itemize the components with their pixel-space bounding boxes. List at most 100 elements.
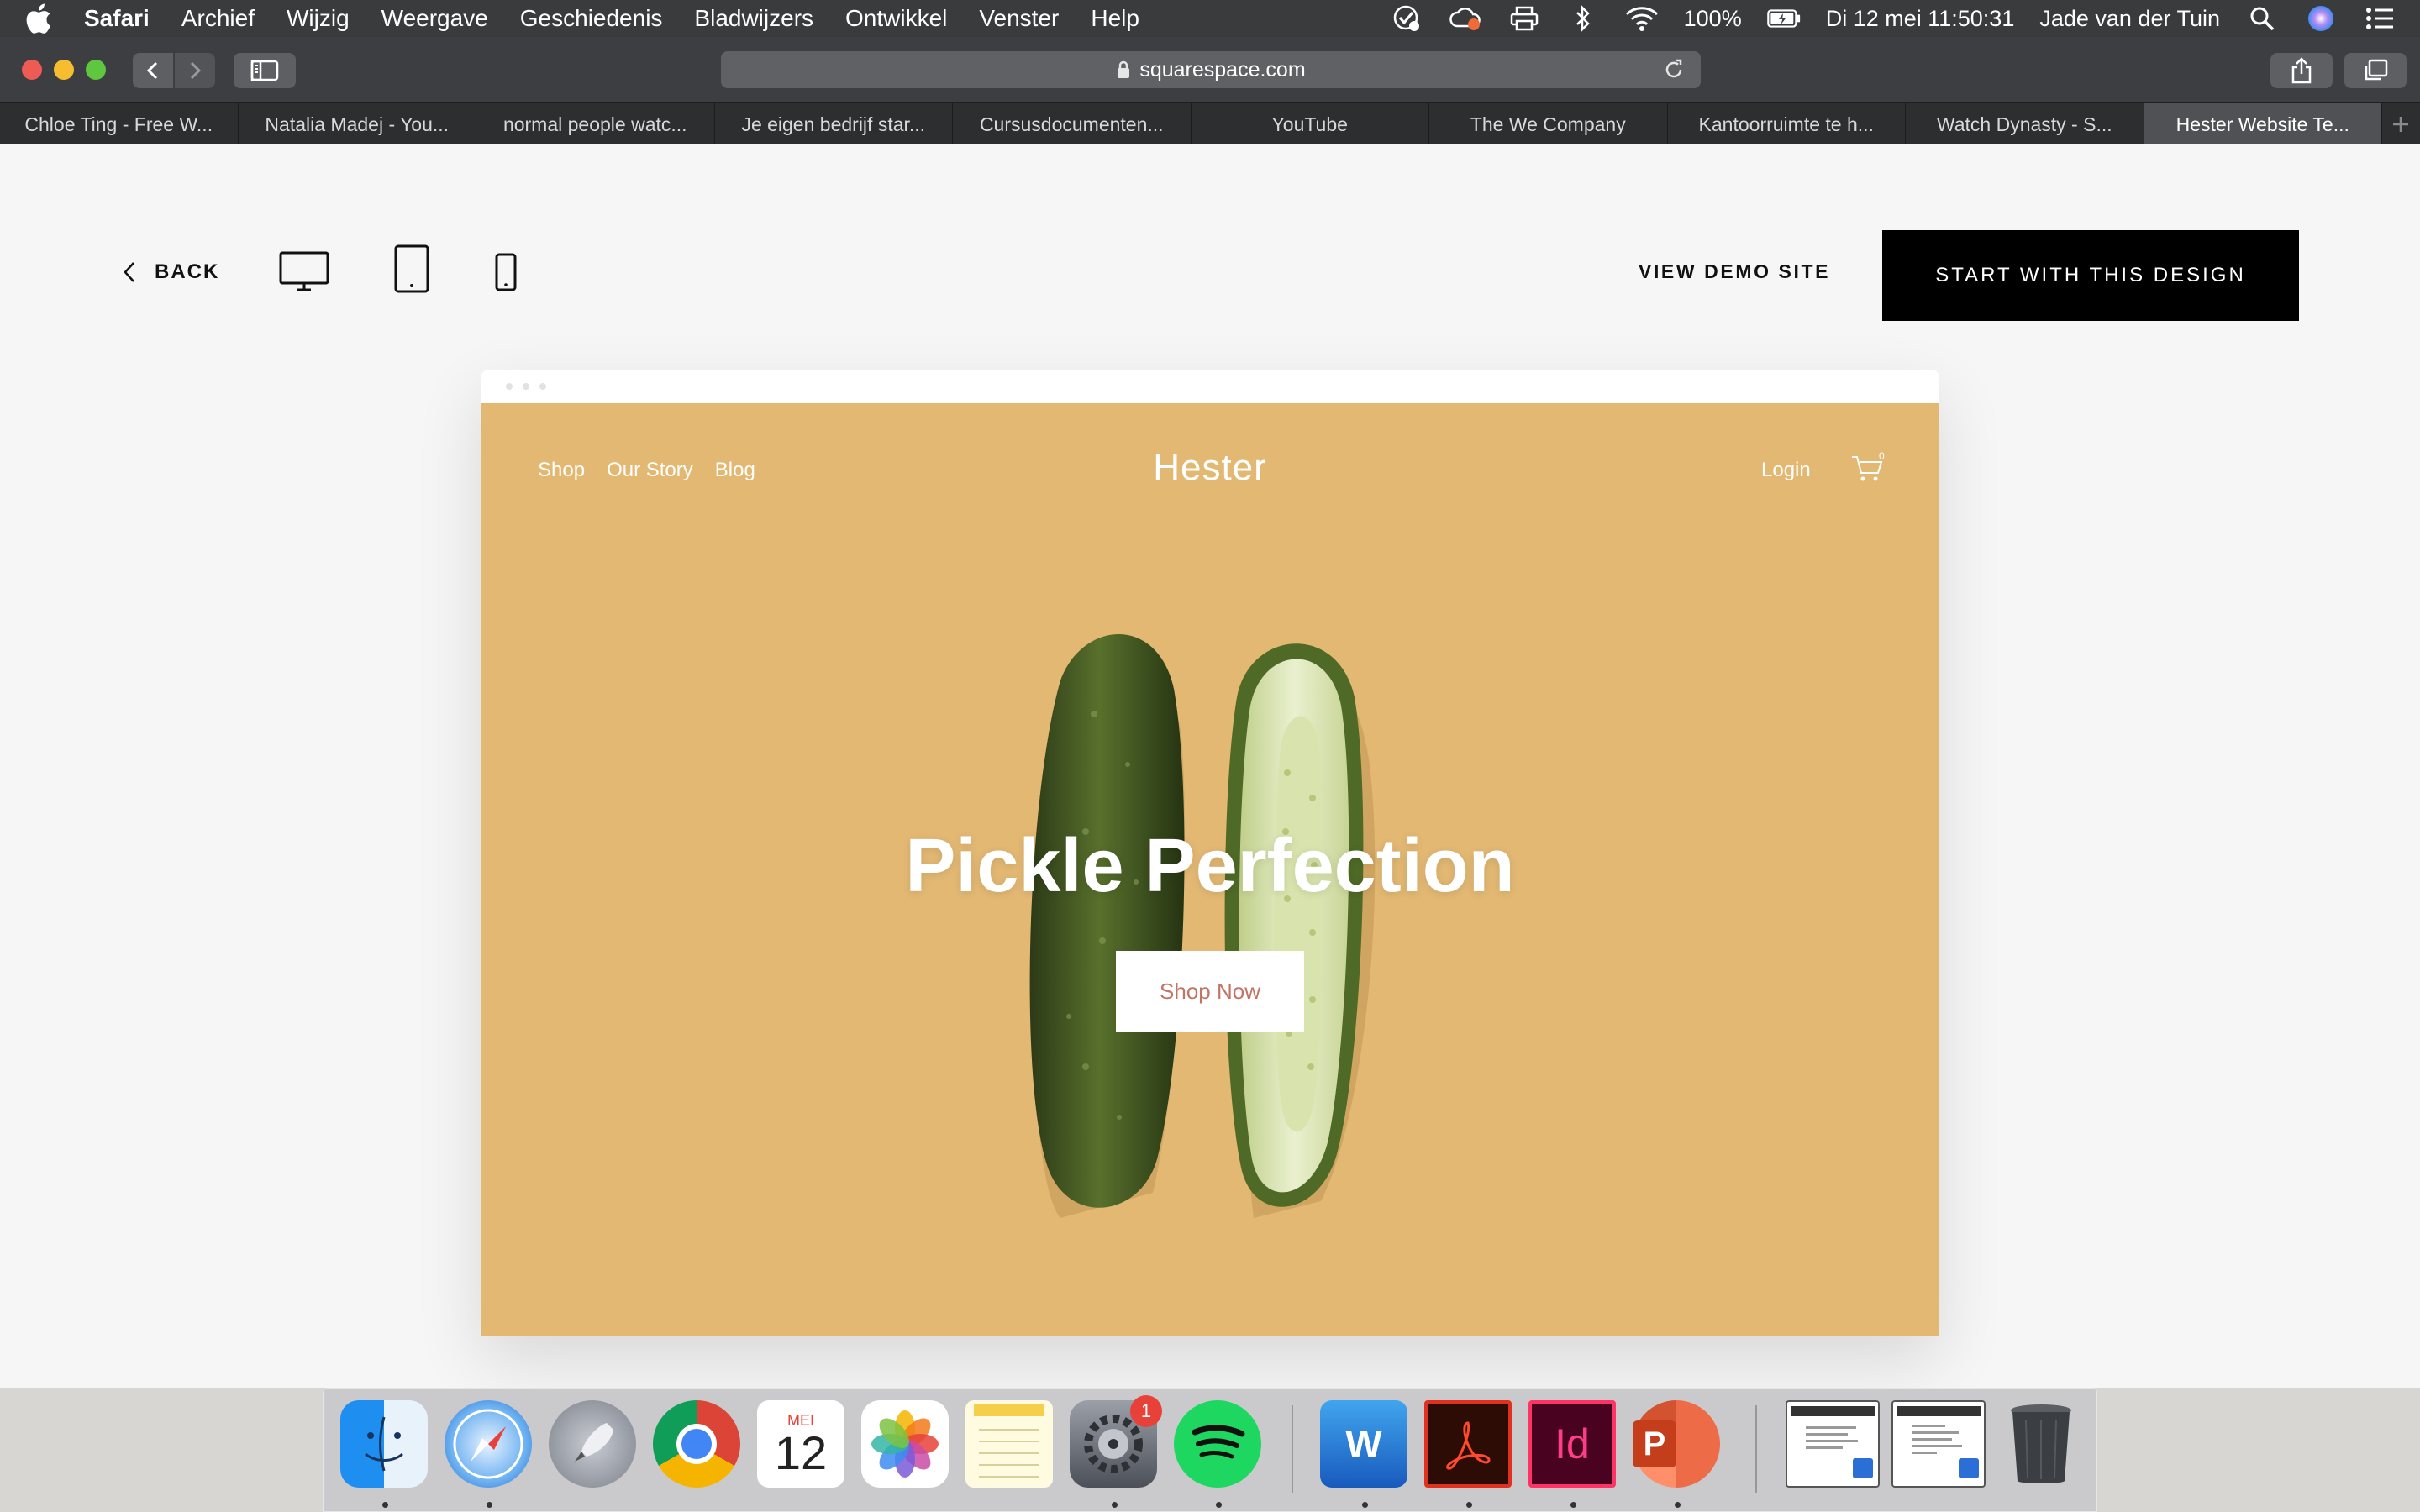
menu-geschiedenis[interactable]: Geschiedenis: [520, 5, 663, 32]
sidebar-toggle-button[interactable]: [234, 53, 296, 88]
running-indicator: [1216, 1502, 1222, 1508]
tab-3[interactable]: Je eigen bedrijf star...: [715, 103, 953, 145]
tablet-view-button[interactable]: [392, 242, 432, 296]
siri-icon[interactable]: [2304, 4, 2338, 33]
tab-bar: Chloe Ting - Free W... Natalia Madej - Y…: [0, 102, 2420, 145]
running-indicator: [1112, 1502, 1118, 1508]
spotlight-search-icon[interactable]: [2245, 4, 2279, 33]
notification-badge: 1: [1130, 1395, 1162, 1427]
menu-bladwijzers[interactable]: Bladwijzers: [694, 5, 813, 32]
menu-app-safari[interactable]: Safari: [84, 5, 150, 32]
browser-toolbar: squarespace.com: [0, 37, 2420, 102]
tab-7[interactable]: Kantoorruimte te h...: [1668, 103, 1906, 145]
demo-site: Shop Our Story Blog Hester Login 0 Pickl…: [481, 403, 1939, 1336]
tab-overview-button[interactable]: [2344, 53, 2407, 88]
site-login-link[interactable]: Login: [1761, 459, 1811, 482]
calendar-day: 12: [774, 1425, 828, 1479]
calendar-icon[interactable]: MEI 12: [757, 1400, 844, 1488]
indesign-icon[interactable]: Id: [1528, 1400, 1616, 1488]
close-window-button[interactable]: [22, 60, 42, 80]
reload-icon[interactable]: [1662, 58, 1686, 87]
start-with-this-design-button[interactable]: START WITH THIS DESIGN: [1882, 230, 2299, 321]
share-button[interactable]: [2270, 53, 2333, 88]
tab-4[interactable]: Cursusdocumenten...: [953, 103, 1192, 145]
menu-help[interactable]: Help: [1091, 5, 1139, 32]
powerpoint-icon[interactable]: P: [1633, 1400, 1720, 1488]
chevron-left-icon: [124, 262, 134, 282]
word-document-icon-2[interactable]: [1891, 1400, 1986, 1488]
tab-8[interactable]: Watch Dynasty - S...: [1906, 103, 2144, 145]
running-indicator: [487, 1502, 492, 1508]
tab-0[interactable]: Chloe Ting - Free W...: [0, 103, 239, 145]
notification-center-icon[interactable]: [2363, 4, 2396, 33]
trash-icon[interactable]: [1997, 1400, 2085, 1488]
shop-now-button[interactable]: Shop Now: [1116, 951, 1304, 1032]
word-icon[interactable]: W: [1320, 1400, 1407, 1488]
menu-weergave[interactable]: Weergave: [381, 5, 488, 32]
desktop-icon: [279, 251, 329, 291]
launchpad-icon[interactable]: [549, 1400, 636, 1488]
system-preferences-icon[interactable]: 1: [1070, 1395, 1162, 1488]
indesign-letters: Id: [1555, 1420, 1590, 1467]
menu-archief[interactable]: Archief: [182, 5, 255, 32]
chrome-icon[interactable]: [653, 1400, 740, 1488]
photos-icon[interactable]: [861, 1400, 949, 1488]
lock-icon: [1118, 60, 1130, 78]
menu-venster[interactable]: Venster: [979, 5, 1059, 32]
bluetooth-icon[interactable]: [1566, 4, 1600, 33]
dock-separator: [1755, 1405, 1757, 1493]
running-indicator: [1675, 1502, 1681, 1508]
cart-count: 0: [1879, 450, 1885, 462]
finder-icon[interactable]: [340, 1400, 428, 1488]
spotify-icon[interactable]: [1174, 1400, 1261, 1488]
sidebar-icon: [250, 60, 279, 81]
menu-wijzig[interactable]: Wijzig: [287, 5, 350, 32]
notes-icon[interactable]: [965, 1400, 1053, 1488]
url-text: squarespace.com: [1139, 57, 1306, 81]
tab-5[interactable]: YouTube: [1192, 103, 1429, 145]
dock: MEI 12 1 W Id P: [323, 1388, 2097, 1512]
battery-icon[interactable]: [1766, 4, 1801, 33]
creative-cloud-icon[interactable]: [1449, 4, 1482, 33]
running-indicator: [382, 1502, 388, 1508]
running-indicator: [1570, 1502, 1576, 1508]
template-preview-frame: Shop Our Story Blog Hester Login 0 Pickl…: [481, 370, 1939, 1336]
back-button[interactable]: [133, 53, 173, 88]
safari-window: squarespace.com Chloe Ting - Free W... N…: [0, 37, 2420, 1388]
apple-menu-icon[interactable]: [24, 2, 54, 35]
chevron-left-icon: [146, 61, 158, 80]
safari-icon[interactable]: [445, 1400, 532, 1488]
menu-bar: Safari Archief Wijzig Weergave Geschiede…: [0, 0, 2420, 37]
acrobat-icon[interactable]: [1424, 1400, 1512, 1488]
tab-1[interactable]: Natalia Madej - You...: [239, 103, 476, 145]
tab-2[interactable]: normal people watc...: [476, 103, 715, 145]
tab-overview-icon: [2365, 59, 2388, 81]
menu-ontwikkel[interactable]: Ontwikkel: [845, 5, 947, 32]
printer-icon[interactable]: [1507, 4, 1541, 33]
view-demo-site-link[interactable]: VIEW DEMO SITE: [1639, 260, 1830, 283]
new-tab-button[interactable]: [2382, 103, 2419, 145]
forward-button[interactable]: [175, 53, 215, 88]
fullscreen-window-button[interactable]: [86, 60, 106, 80]
page-content: BACK VIEW DEMO SITE START WITH THIS DESI…: [0, 144, 2420, 1388]
address-bar[interactable]: squarespace.com: [721, 51, 1701, 88]
phone-icon: [495, 253, 517, 291]
clock[interactable]: Di 12 mei 11:50:31: [1826, 6, 2015, 32]
plus-icon: [2393, 117, 2408, 132]
phone-view-button[interactable]: [492, 249, 519, 296]
tab-9-active[interactable]: Hester Website Te...: [2144, 103, 2382, 145]
tab-6[interactable]: The We Company: [1429, 103, 1668, 145]
wifi-icon[interactable]: [1625, 4, 1659, 33]
site-brand-title[interactable]: Hester: [481, 447, 1939, 489]
back-link[interactable]: BACK: [123, 260, 219, 284]
preview-dot: [506, 383, 513, 390]
minimize-window-button[interactable]: [54, 60, 74, 80]
running-indicator: [1362, 1502, 1368, 1508]
user-name[interactable]: Jade van der Tuin: [2039, 6, 2220, 32]
checklist-status-icon[interactable]: [1390, 4, 1423, 33]
word-letter: W: [1345, 1422, 1382, 1466]
powerpoint-letter: P: [1633, 1420, 1676, 1467]
word-document-icon[interactable]: [1786, 1400, 1880, 1488]
desktop-view-button[interactable]: [277, 247, 331, 297]
battery-percentage: 100%: [1683, 5, 1742, 31]
